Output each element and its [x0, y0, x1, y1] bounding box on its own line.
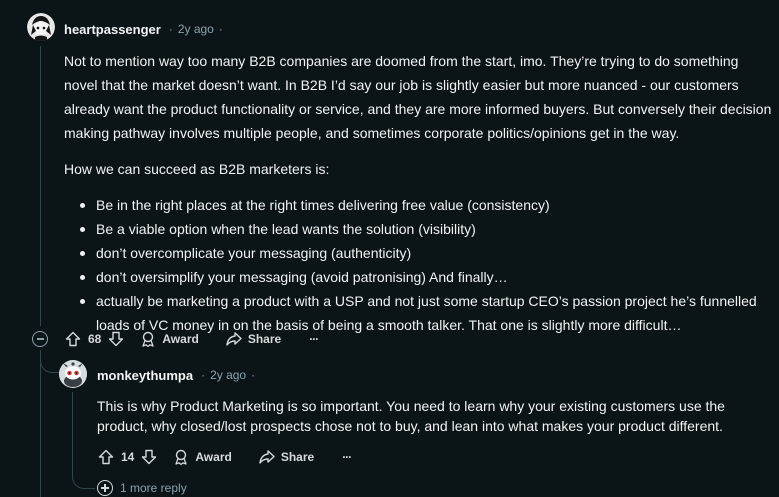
comment-body: Not to mention way too many B2B companie…	[64, 49, 774, 337]
username[interactable]: monkeythumpa	[97, 368, 193, 383]
upvote-button[interactable]	[64, 330, 82, 348]
reply-header: monkeythumpa · 2y ago ·	[97, 366, 255, 384]
upvote-button[interactable]	[97, 448, 115, 466]
thread-line-main	[40, 46, 41, 326]
share-label: Share	[280, 450, 315, 464]
more-replies-button[interactable]: 1 more reply	[97, 480, 187, 496]
avatar-illustration-icon	[27, 13, 55, 41]
vote-count: 14	[121, 450, 135, 464]
thread-line-reply	[40, 350, 41, 497]
reply-action-bar: 14 Award Share ···	[97, 445, 352, 469]
share-label: Share	[247, 332, 282, 346]
upvote-icon	[65, 331, 81, 347]
award-icon	[142, 331, 155, 347]
list-item: Be in the right places at the right time…	[80, 193, 774, 217]
award-label: Award	[195, 450, 232, 464]
comment-paragraph: Not to mention way too many B2B companie…	[64, 53, 772, 141]
list-item: Be a viable option when the lead wants t…	[80, 217, 774, 241]
comment-header: heartpassenger · 2y ago ·	[64, 20, 223, 38]
avatar-snoo-icon	[59, 360, 87, 388]
downvote-icon	[142, 449, 157, 465]
list-item: don’t oversimplify your messaging (avoid…	[80, 265, 774, 289]
separator: ·	[168, 22, 173, 36]
share-button[interactable]: Share	[225, 330, 281, 348]
bullet-list: Be in the right places at the right time…	[64, 193, 774, 337]
downvote-button[interactable]	[107, 330, 125, 348]
thread-connector	[40, 350, 59, 373]
award-label: Award	[162, 332, 199, 346]
comment-paragraph: How we can succeed as B2B marketers is:	[64, 161, 330, 177]
reply-body: This is why Product Marketing is so impo…	[97, 396, 769, 436]
vote-count: 68	[88, 332, 102, 346]
downvote-button[interactable]	[140, 448, 158, 466]
reply-paragraph: This is why Product Marketing is so impo…	[97, 398, 725, 434]
username[interactable]: heartpassenger	[64, 22, 161, 37]
more-options-button[interactable]: ···	[309, 332, 319, 346]
separator: ·	[218, 22, 223, 36]
reply-avatar[interactable]	[59, 360, 87, 388]
share-button[interactable]: Share	[258, 448, 314, 466]
separator: ·	[251, 368, 256, 382]
comment-action-bar: 68 Award Share ···	[64, 327, 319, 351]
upvote-icon	[98, 449, 114, 465]
award-button[interactable]: Award	[172, 448, 232, 466]
more-replies-connector	[72, 472, 95, 489]
award-icon	[175, 449, 188, 465]
timestamp[interactable]: 2y ago	[178, 22, 214, 36]
timestamp[interactable]: 2y ago	[210, 368, 246, 382]
plus-circle-icon	[97, 480, 113, 496]
separator: ·	[201, 368, 206, 382]
avatar[interactable]	[27, 13, 55, 41]
more-icon: ···	[309, 332, 319, 346]
award-button[interactable]: Award	[139, 330, 199, 348]
downvote-icon	[109, 331, 124, 347]
collapse-button[interactable]	[32, 331, 48, 347]
thread-line-reply-inner	[72, 392, 73, 472]
more-icon: ···	[342, 450, 352, 464]
more-options-button[interactable]: ···	[342, 450, 352, 464]
list-item: don’t overcomplicate your messaging (aut…	[80, 241, 774, 265]
more-replies-label: 1 more reply	[120, 481, 187, 495]
share-icon	[259, 450, 275, 464]
share-icon	[226, 332, 242, 346]
collapse-icon	[36, 338, 44, 340]
